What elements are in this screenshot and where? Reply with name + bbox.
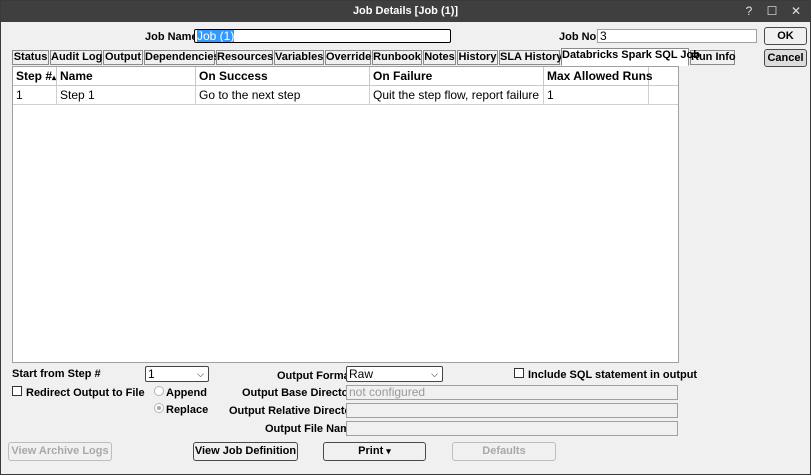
output-file-name-label: Output File Name: [265, 423, 357, 435]
column-step-label: Step #: [16, 69, 53, 83]
column-header-name[interactable]: Name: [57, 67, 196, 86]
output-format-value: Raw: [349, 367, 374, 381]
print-button[interactable]: Print ▾: [323, 442, 426, 461]
tab-variables[interactable]: Variables: [274, 50, 324, 65]
tab-databricks-spark-sql-job[interactable]: Databricks Spark SQL Job: [561, 48, 700, 66]
job-name-value: Job (1): [197, 29, 235, 43]
job-details-window: Job Details [Job (1)] ? ☐ ✕ Job Name Job…: [0, 0, 811, 475]
tab-dependencies[interactable]: Dependencies: [144, 50, 220, 65]
title-bar: Job Details [Job (1)] ? ☐ ✕: [1, 1, 810, 22]
output-base-directory-field[interactable]: not configured: [346, 385, 678, 400]
window-title: Job Details [Job (1)]: [352, 5, 459, 17]
cell-on-failure: Quit the step flow, report failure: [370, 86, 544, 105]
start-from-step-value: 1: [148, 367, 155, 381]
print-label: Print: [358, 445, 384, 457]
view-job-definition-button[interactable]: View Job Definition: [193, 442, 298, 461]
column-header-max-allowed-runs[interactable]: Max Allowed Runs: [544, 67, 653, 86]
column-header-on-failure[interactable]: On Failure: [370, 67, 544, 86]
append-label: Append: [166, 387, 207, 399]
tab-history[interactable]: History: [457, 50, 498, 65]
append-radio[interactable]: [154, 386, 164, 396]
column-header-filler: [649, 67, 678, 86]
replace-radio[interactable]: [154, 403, 164, 413]
chevron-down-icon: ⌵: [431, 369, 438, 379]
grid-header: Step #▴ Name On Success On Failure Max A…: [13, 67, 678, 86]
replace-label: Replace: [166, 404, 209, 416]
output-relative-directory-field[interactable]: [346, 403, 678, 418]
redirect-output-checkbox[interactable]: [12, 386, 22, 396]
cell-max-allowed-runs: 1: [544, 86, 649, 105]
close-icon[interactable]: ✕: [789, 4, 803, 18]
tab-output[interactable]: Output: [103, 50, 143, 65]
ok-button[interactable]: OK: [764, 27, 807, 45]
tab-audit-log[interactable]: Audit Log: [50, 50, 102, 65]
dropdown-arrow-icon: ▾: [386, 446, 391, 456]
output-format-select[interactable]: Raw ⌵: [346, 366, 443, 382]
include-sql-checkbox[interactable]: [514, 368, 524, 378]
job-no-input[interactable]: 3: [597, 29, 757, 43]
chevron-down-icon: ⌵: [197, 369, 204, 379]
cell-on-success: Go to the next step: [196, 86, 370, 105]
column-header-on-success[interactable]: On Success: [196, 67, 370, 86]
tab-status[interactable]: Status: [12, 50, 49, 65]
maximize-icon[interactable]: ☐: [765, 4, 779, 18]
output-format-label: Output Format: [277, 370, 354, 382]
start-from-step-select[interactable]: 1 ⌵: [145, 366, 209, 382]
job-name-label: Job Name: [145, 31, 198, 43]
cell-step: 1: [13, 86, 57, 105]
tab-notes[interactable]: Notes: [423, 50, 456, 65]
defaults-button[interactable]: Defaults: [452, 442, 556, 461]
tab-override[interactable]: Override: [325, 50, 371, 65]
cell-name: Step 1: [57, 86, 196, 105]
cell-filler: [649, 86, 678, 105]
sort-ascending-icon: ▴: [52, 73, 57, 82]
tab-resources[interactable]: Resources: [216, 50, 273, 65]
redirect-output-label: Redirect Output to File: [26, 387, 145, 399]
tab-runbook[interactable]: Runbook: [372, 50, 422, 65]
column-header-step[interactable]: Step #▴: [13, 67, 57, 86]
output-file-name-field[interactable]: [346, 421, 678, 436]
output-base-directory-label: Output Base Directory: [242, 387, 359, 399]
job-name-input[interactable]: Job (1): [194, 29, 451, 43]
job-no-label: Job No.: [559, 31, 600, 43]
tab-sla-history[interactable]: SLA History: [499, 50, 563, 65]
output-relative-directory-label: Output Relative Directory: [229, 405, 362, 417]
cancel-button[interactable]: Cancel: [764, 49, 807, 67]
help-icon[interactable]: ?: [742, 4, 756, 18]
steps-grid: Step #▴ Name On Success On Failure Max A…: [12, 66, 679, 363]
start-from-step-label: Start from Step #: [12, 368, 101, 380]
include-sql-label: Include SQL statement in output: [528, 369, 698, 381]
view-archive-logs-button[interactable]: View Archive Logs: [8, 442, 112, 461]
